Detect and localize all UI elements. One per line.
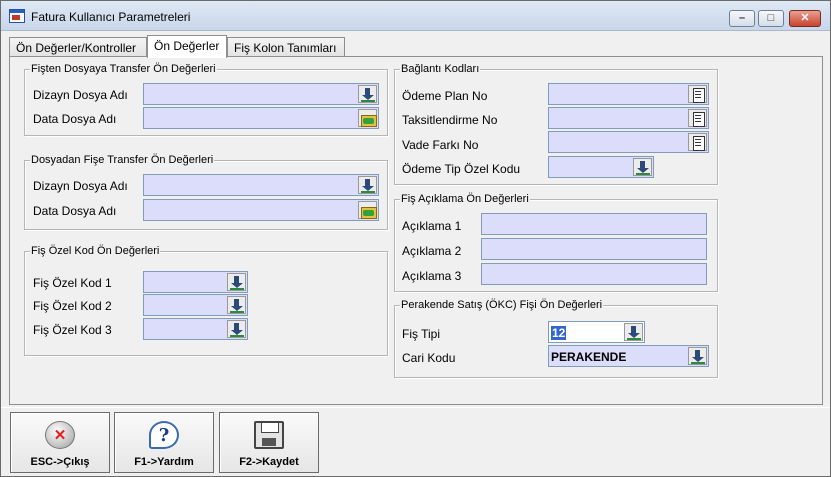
folder-open-icon[interactable] xyxy=(358,109,377,127)
vade-farki-no-input[interactable] xyxy=(548,131,709,153)
data-dosya-adi-input[interactable] xyxy=(143,199,379,221)
field-label: Ödeme Tip Özel Kodu xyxy=(402,162,521,176)
help-button-label: F1->Yardım xyxy=(134,456,194,468)
close-icon: ✕ xyxy=(800,12,810,24)
dizayn-dosya-adi-input[interactable] xyxy=(143,174,379,196)
field-label: Data Dosya Adı xyxy=(33,112,117,126)
close-button[interactable]: ✕ xyxy=(789,10,821,27)
group-title: Dosyadan Fişe Transfer Ön Değerleri xyxy=(30,154,215,166)
group-baglanti-kodlari: Bağlantı Kodları Ödeme Plan No Taksitlen… xyxy=(394,63,718,185)
tab-panel-on-degerler: Fişten Dosyaya Transfer Ön Değerleri Diz… xyxy=(9,56,823,405)
exit-icon: ✕ xyxy=(45,421,75,449)
maximize-icon: □ xyxy=(767,12,775,24)
download-icon[interactable] xyxy=(688,347,707,365)
title-bar[interactable]: Fatura Kullanıcı Parametreleri – □ ✕ xyxy=(1,1,830,31)
download-icon[interactable] xyxy=(227,296,246,314)
field-label: Dizayn Dosya Adı xyxy=(33,179,128,193)
group-fis-aciklama: Fiş Açıklama Ön Değerleri Açıklama 1 Açı… xyxy=(394,193,718,292)
tab-fis-kolon-tanimlari[interactable]: Fiş Kolon Tanımları xyxy=(227,37,345,57)
field-label: Vade Farkı No xyxy=(402,138,479,152)
calculator-icon[interactable] xyxy=(688,133,707,151)
tab-on-degerler-kontroller[interactable]: Ön Değerler/Kontroller xyxy=(9,37,147,57)
button-bar: ✕ ESC->Çıkış ? F1->Yardım F2->Kaydet xyxy=(1,407,830,476)
group-fisten-dosyaya-transfer: Fişten Dosyaya Transfer Ön Değerleri Diz… xyxy=(24,63,388,136)
window-title: Fatura Kullanıcı Parametreleri xyxy=(31,10,191,24)
field-value: 12 xyxy=(551,326,567,340)
dizayn-dosya-adi-input[interactable] xyxy=(143,83,379,105)
download-icon[interactable] xyxy=(227,273,246,291)
field-label: Açıklama 2 xyxy=(402,244,462,258)
data-dosya-adi-input[interactable] xyxy=(143,107,379,129)
aciklama-1-input[interactable] xyxy=(481,213,707,235)
group-dosyadan-fise-transfer: Dosyadan Fişe Transfer Ön Değerleri Diza… xyxy=(24,154,388,230)
group-title: Fiş Özel Kod Ön Değerleri xyxy=(30,245,161,257)
aciklama-3-input[interactable] xyxy=(481,263,707,285)
exit-button[interactable]: ✕ ESC->Çıkış xyxy=(10,412,110,473)
field-label: Fiş Özel Kod 1 xyxy=(33,276,112,290)
odeme-tip-ozel-kodu-input[interactable] xyxy=(548,156,654,178)
calculator-icon[interactable] xyxy=(688,85,707,103)
download-icon[interactable] xyxy=(227,320,246,338)
odeme-plan-no-input[interactable] xyxy=(548,83,709,105)
help-button[interactable]: ? F1->Yardım xyxy=(114,412,214,473)
taksitlendirme-no-input[interactable] xyxy=(548,107,709,129)
group-title: Fişten Dosyaya Transfer Ön Değerleri xyxy=(30,63,217,75)
group-title: Fiş Açıklama Ön Değerleri xyxy=(400,193,530,205)
field-label: Açıklama 1 xyxy=(402,219,462,233)
group-title: Perakende Satış (ÖKC) Fişi Ön Değerleri xyxy=(400,299,604,311)
main-window: Fatura Kullanıcı Parametreleri – □ ✕ Ön … xyxy=(0,0,831,477)
field-value: PERAKENDE xyxy=(551,350,627,364)
help-icon: ? xyxy=(149,421,179,449)
download-icon[interactable] xyxy=(633,158,652,176)
field-label: Fiş Özel Kod 3 xyxy=(33,323,112,337)
group-title: Bağlantı Kodları xyxy=(400,63,481,75)
save-button-label: F2->Kaydet xyxy=(239,456,299,468)
field-label: Data Dosya Adı xyxy=(33,204,117,218)
maximize-button[interactable]: □ xyxy=(758,10,784,27)
field-label: Açıklama 3 xyxy=(402,269,462,283)
field-label: Fiş Özel Kod 2 xyxy=(33,299,112,313)
save-icon xyxy=(254,421,284,449)
download-icon[interactable] xyxy=(624,323,643,341)
app-icon xyxy=(9,9,25,23)
cari-kodu-input[interactable]: PERAKENDE xyxy=(548,345,709,367)
aciklama-2-input[interactable] xyxy=(481,238,707,260)
group-fis-ozel-kod: Fiş Özel Kod Ön Değerleri Fiş Özel Kod 1… xyxy=(24,245,388,356)
tab-on-degerler[interactable]: Ön Değerler xyxy=(147,35,227,58)
folder-open-icon[interactable] xyxy=(358,201,377,219)
minimize-icon: – xyxy=(738,12,746,24)
exit-button-label: ESC->Çıkış xyxy=(30,456,90,468)
save-button[interactable]: F2->Kaydet xyxy=(219,412,319,473)
download-icon[interactable] xyxy=(358,85,377,103)
calculator-icon[interactable] xyxy=(688,109,707,127)
field-label: Fiş Tipi xyxy=(402,327,441,341)
field-label: Dizayn Dosya Adı xyxy=(33,88,128,102)
fis-ozel-kod-2-input[interactable] xyxy=(143,294,248,316)
field-label: Ödeme Plan No xyxy=(402,89,488,103)
download-icon[interactable] xyxy=(358,176,377,194)
fis-ozel-kod-3-input[interactable] xyxy=(143,318,248,340)
fis-tipi-input[interactable]: 12 xyxy=(548,321,645,343)
minimize-button[interactable]: – xyxy=(729,10,755,27)
field-label: Taksitlendirme No xyxy=(402,113,498,127)
group-perakende-satis: Perakende Satış (ÖKC) Fişi Ön Değerleri … xyxy=(394,299,718,378)
field-label: Cari Kodu xyxy=(402,351,456,365)
fis-ozel-kod-1-input[interactable] xyxy=(143,271,248,293)
